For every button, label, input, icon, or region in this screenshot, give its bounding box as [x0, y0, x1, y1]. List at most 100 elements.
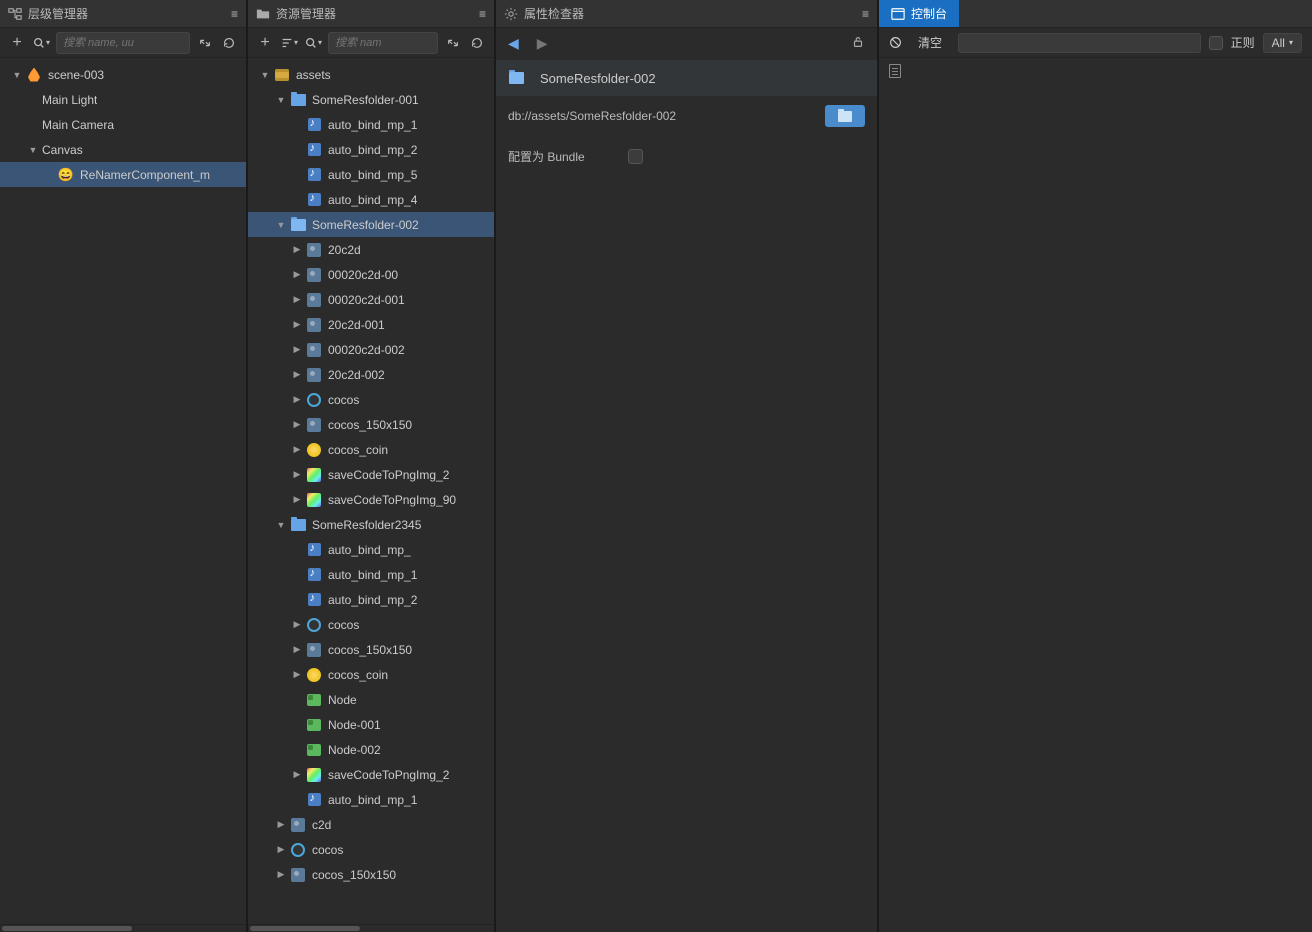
expand-arrow-icon[interactable]: ▼	[276, 220, 286, 230]
expand-arrow-icon[interactable]: ▶	[292, 644, 302, 655]
tree-row[interactable]: ▶cocos_coin	[248, 437, 494, 462]
expand-arrow-icon[interactable]: ▶	[292, 494, 302, 505]
sort-icon[interactable]: ▾	[280, 34, 298, 52]
console-search-input[interactable]	[958, 33, 1201, 53]
expand-arrow-icon[interactable]: ▶	[276, 844, 286, 855]
expand-arrow-icon[interactable]: ▼	[12, 70, 22, 80]
tree-row[interactable]: ▶Node	[248, 687, 494, 712]
tree-row[interactable]: ▶Node-002	[248, 737, 494, 762]
tree-row[interactable]: ▶cocos_coin	[248, 662, 494, 687]
tree-row[interactable]: ▶00020c2d-002	[248, 337, 494, 362]
gear-icon	[504, 7, 518, 21]
expand-arrow-icon[interactable]: ▶	[292, 469, 302, 480]
tree-row[interactable]: ▶auto_bind_mp_1	[248, 112, 494, 137]
tree-row[interactable]: ▶cocos_150x150	[248, 862, 494, 887]
tree-row[interactable]: ▼SomeResfolder-002	[248, 212, 494, 237]
tree-row[interactable]: ▶auto_bind_mp_4	[248, 187, 494, 212]
regex-checkbox[interactable]	[1209, 36, 1223, 50]
tree-row[interactable]: ▶Main Light	[0, 87, 246, 112]
tree-item-label: c2d	[312, 818, 331, 832]
image-icon	[306, 242, 322, 258]
reveal-folder-button[interactable]	[825, 105, 865, 127]
tree-row[interactable]: ▶auto_bind_mp_1	[248, 787, 494, 812]
tree-item-label: auto_bind_mp_1	[328, 118, 417, 132]
expand-arrow-icon[interactable]: ▼	[276, 520, 286, 530]
tree-row[interactable]: ▶😄ReNamerComponent_m	[0, 162, 246, 187]
document-icon[interactable]	[889, 64, 901, 78]
nav-forward-icon[interactable]: ▶	[537, 35, 548, 52]
expand-arrow-icon[interactable]: ▶	[292, 419, 302, 430]
tree-row[interactable]: ▶saveCodeToPngImg_2	[248, 462, 494, 487]
log-filter-select[interactable]: All ▾	[1263, 33, 1302, 53]
tree-row[interactable]: ▶00020c2d-00	[248, 262, 494, 287]
expand-arrow-icon[interactable]: ▶	[292, 344, 302, 355]
clear-button[interactable]: 清空	[910, 32, 950, 53]
tree-row[interactable]: ▶cocos	[248, 837, 494, 862]
h-scrollbar[interactable]	[0, 924, 246, 932]
expand-arrow-icon[interactable]: ▼	[276, 95, 286, 105]
tree-row[interactable]: ▶20c2d-002	[248, 362, 494, 387]
hierarchy-tree[interactable]: ▼scene-003▶Main Light▶Main Camera▼Canvas…	[0, 58, 246, 924]
expand-arrow-icon[interactable]: ▶	[276, 869, 286, 880]
bundle-checkbox[interactable]	[628, 149, 643, 164]
collapse-all-icon[interactable]	[196, 34, 214, 52]
tree-row[interactable]: ▼SomeResfolder-001	[248, 87, 494, 112]
tree-row[interactable]: ▶saveCodeToPngImg_2	[248, 762, 494, 787]
collapse-all-icon[interactable]	[444, 34, 462, 52]
tree-row[interactable]: ▼SomeResfolder2345	[248, 512, 494, 537]
lock-icon[interactable]	[851, 35, 865, 52]
panel-menu-icon[interactable]: ≡	[862, 7, 869, 21]
ban-icon[interactable]	[889, 36, 902, 49]
add-asset-button[interactable]: +	[256, 34, 274, 52]
tree-row[interactable]: ▶saveCodeToPngImg_90	[248, 487, 494, 512]
tree-row[interactable]: ▶auto_bind_mp_5	[248, 162, 494, 187]
expand-arrow-icon[interactable]: ▶	[292, 394, 302, 405]
tree-row[interactable]: ▶auto_bind_mp_2	[248, 137, 494, 162]
expand-arrow-icon[interactable]: ▶	[292, 444, 302, 455]
tree-row[interactable]: ▶auto_bind_mp_2	[248, 587, 494, 612]
tree-row[interactable]: ▶Node-001	[248, 712, 494, 737]
tree-row[interactable]: ▶cocos	[248, 387, 494, 412]
tree-row[interactable]: ▶20c2d	[248, 237, 494, 262]
panel-menu-icon[interactable]: ≡	[479, 7, 486, 21]
tree-row[interactable]: ▼assets	[248, 62, 494, 87]
expand-arrow-icon[interactable]: ▶	[292, 244, 302, 255]
expand-arrow-icon[interactable]: ▶	[292, 769, 302, 780]
tree-row[interactable]: ▶Main Camera	[0, 112, 246, 137]
expand-arrow-icon[interactable]: ▼	[28, 145, 38, 155]
tree-row[interactable]: ▶00020c2d-001	[248, 287, 494, 312]
assets-search-input[interactable]	[328, 32, 438, 54]
tree-item-label: cocos_150x150	[328, 418, 412, 432]
tree-row[interactable]: ▶cocos_150x150	[248, 637, 494, 662]
tree-row[interactable]: ▶ cocos_150x150	[248, 412, 494, 437]
tree-row[interactable]: ▶ c2d	[248, 812, 494, 837]
expand-arrow-icon[interactable]: ▶	[292, 269, 302, 280]
expand-arrow-icon[interactable]: ▶	[292, 294, 302, 305]
add-node-button[interactable]: +	[8, 34, 26, 52]
hierarchy-header: 层级管理器 ≡	[0, 0, 246, 28]
nav-back-icon[interactable]: ◀	[508, 35, 519, 52]
tree-row[interactable]: ▶20c2d-001	[248, 312, 494, 337]
expand-arrow-icon[interactable]: ▶	[292, 369, 302, 380]
expand-arrow-icon[interactable]: ▶	[292, 619, 302, 630]
hierarchy-search-input[interactable]	[56, 32, 190, 54]
h-scrollbar[interactable]	[248, 924, 494, 932]
tree-item-label: Node-002	[328, 743, 381, 757]
expand-arrow-icon[interactable]: ▶	[276, 819, 286, 830]
assets-tree[interactable]: ▼assets▼SomeResfolder-001▶auto_bind_mp_1…	[248, 58, 494, 924]
tree-row[interactable]: ▼Canvas	[0, 137, 246, 162]
refresh-icon[interactable]	[468, 34, 486, 52]
console-tab[interactable]: 控制台	[879, 0, 959, 27]
tree-row[interactable]: ▶auto_bind_mp_	[248, 537, 494, 562]
expand-arrow-icon[interactable]: ▶	[292, 669, 302, 680]
expand-arrow-icon[interactable]: ▼	[260, 70, 270, 80]
tree-item-label: auto_bind_mp_4	[328, 193, 417, 207]
tree-row[interactable]: ▼scene-003	[0, 62, 246, 87]
panel-menu-icon[interactable]: ≡	[231, 7, 238, 21]
search-mode-icon[interactable]: ▾	[32, 34, 50, 52]
tree-row[interactable]: ▶cocos	[248, 612, 494, 637]
refresh-icon[interactable]	[220, 34, 238, 52]
expand-arrow-icon[interactable]: ▶	[292, 319, 302, 330]
search-mode-icon[interactable]: ▾	[304, 34, 322, 52]
tree-row[interactable]: ▶auto_bind_mp_1	[248, 562, 494, 587]
